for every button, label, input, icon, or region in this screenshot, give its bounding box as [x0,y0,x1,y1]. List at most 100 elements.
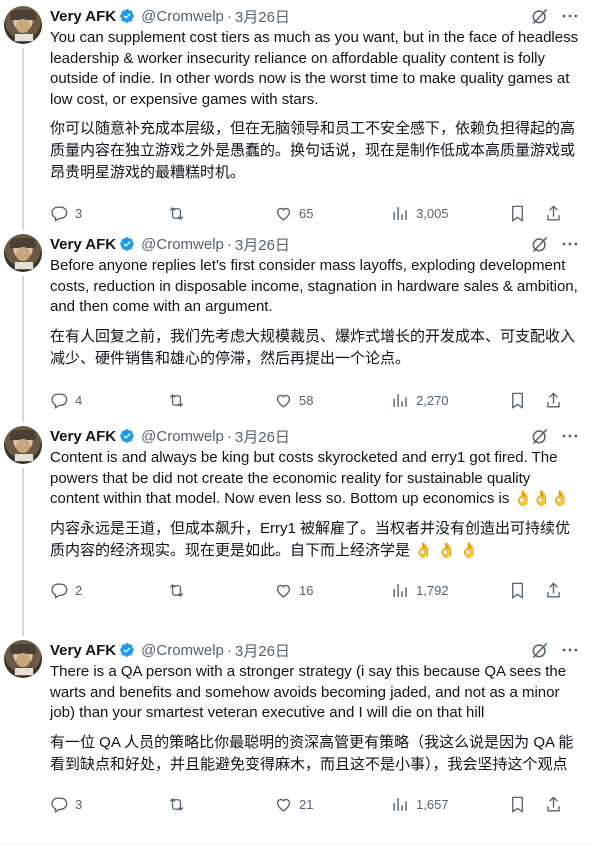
reply-button[interactable]: 4 [50,391,167,410]
tweet-translation: 你可以随意补充成本层级，但在无脑领导和员工不安全感下，依赖负担得起的高质量内容在… [50,120,576,181]
bookmark-button[interactable] [508,581,544,600]
reply-icon [51,393,68,409]
reply-button[interactable]: 2 [50,581,167,600]
tweet[interactable]: Very AFK @Cromwelp · 3月26日 Content is an… [0,420,592,636]
bookmark-button[interactable] [508,204,544,223]
reply-icon [51,205,68,222]
tweet-text: There is a QA person with a stronger str… [50,663,567,721]
bookmark-icon [512,796,523,813]
more-options-icon[interactable] [560,6,580,26]
view-count: 2,270 [416,393,449,408]
share-button[interactable] [544,391,563,410]
tweet-text: Before anyone replies let's first consid… [50,257,578,315]
like-button[interactable]: 65 [274,204,391,223]
author-handle[interactable]: @Cromwelp [141,428,224,445]
separator: · [226,427,232,445]
like-button[interactable]: 58 [274,391,391,410]
like-count: 58 [299,393,314,408]
share-button[interactable] [544,204,563,223]
like-button[interactable]: 16 [274,581,391,600]
tweet[interactable]: Very AFK @Cromwelp · 3月26日 You can suppl… [0,0,592,230]
grok-icon[interactable] [530,6,550,26]
tweet-date[interactable]: 3月26日 [235,234,290,255]
author-name[interactable]: Very AFK [50,642,116,659]
view-count: 1,792 [416,583,449,598]
grok-icon[interactable] [530,640,550,660]
author-handle[interactable]: @Cromwelp [141,8,224,25]
author-name[interactable]: Very AFK [50,236,116,253]
verified-icon [120,9,134,23]
bookmark-button[interactable] [508,795,544,814]
reply-count: 4 [75,393,83,408]
share-icon [547,582,560,598]
author-name[interactable]: Very AFK [50,428,116,445]
avatar[interactable] [4,6,42,44]
reply-button[interactable]: 3 [50,795,167,814]
tweet-date[interactable]: 3月26日 [235,640,290,661]
grok-icon[interactable] [530,234,550,254]
reply-icon [51,583,68,599]
share-button[interactable] [544,795,563,814]
thread-line [22,48,24,230]
views-icon [393,798,407,811]
more-options-icon[interactable] [560,234,580,254]
tweet-header: Very AFK @Cromwelp · 3月26日 [50,420,580,448]
avatar[interactable] [4,640,42,678]
tweet[interactable]: Very AFK @Cromwelp · 3月26日 There is a QA… [0,634,592,845]
avatar[interactable] [4,426,42,464]
retweet-icon [169,206,184,220]
tweet-translation: 有一位 QA 人员的策略比你最聪明的资深高管更有策略（我这么说是因为 QA 能看… [50,733,574,773]
views-button[interactable]: 1,657 [391,795,508,814]
grok-icon[interactable] [530,426,550,446]
separator: · [226,235,232,253]
like-button[interactable]: 21 [274,795,391,814]
retweet-icon [169,798,184,811]
thread: Very AFK @Cromwelp · 3月26日 You can suppl… [0,0,592,846]
retweet-button[interactable] [167,204,274,223]
like-count: 16 [299,583,314,598]
views-button[interactable]: 1,792 [391,581,508,600]
retweet-icon [169,394,184,407]
retweet-icon [169,584,184,597]
share-icon [547,204,560,221]
views-button[interactable]: 2,270 [391,391,508,410]
share-icon [547,796,560,812]
views-icon [393,584,407,597]
tweet[interactable]: Very AFK @Cromwelp · 3月26日 Before anyone… [0,228,592,422]
tweet-text: Content is and always be king but costs … [50,449,570,507]
share-icon [547,392,560,408]
thread-line [22,276,24,422]
author-handle[interactable]: @Cromwelp [141,236,224,253]
tweet-date[interactable]: 3月26日 [235,426,290,447]
retweet-button[interactable] [167,581,274,600]
retweet-button[interactable] [167,391,274,410]
reply-count: 3 [75,205,83,221]
avatar[interactable] [4,234,42,272]
bookmark-button[interactable] [508,391,544,410]
heart-icon [276,584,291,598]
author-handle[interactable]: @Cromwelp [141,642,224,659]
view-count: 1,657 [416,797,449,812]
like-count: 21 [299,797,314,812]
heart-icon [276,798,291,812]
views-icon [393,206,407,220]
retweet-button[interactable] [167,795,274,814]
tweet-header: Very AFK @Cromwelp · 3月26日 [50,0,580,28]
tweet-translation: 内容永远是王道，但成本飙升，Erry1 被解雇了。当权者并没有创造出可持续优质内… [50,519,571,559]
heart-icon [276,394,291,408]
bookmark-icon [512,205,523,222]
verified-icon [120,237,134,251]
tweet-actions: 4 58 2,270 [50,386,580,416]
verified-icon [120,429,134,443]
author-name[interactable]: Very AFK [50,8,116,25]
share-button[interactable] [544,581,563,600]
more-options-icon[interactable] [560,426,580,446]
reply-button[interactable]: 3 [50,204,167,223]
views-icon [393,394,407,407]
reply-count: 3 [75,797,83,812]
view-count: 3,005 [416,205,449,221]
separator: · [226,7,232,25]
more-options-icon[interactable] [560,640,580,660]
tweet-date[interactable]: 3月26日 [235,6,290,27]
views-button[interactable]: 3,005 [391,204,508,223]
